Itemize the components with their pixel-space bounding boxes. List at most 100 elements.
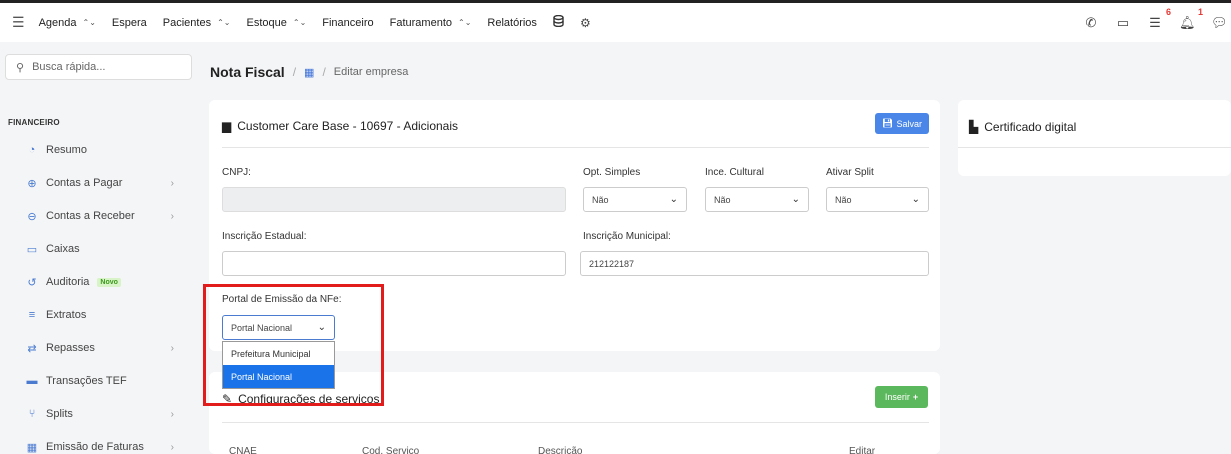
sidebar-item-label: Emissão de Faturas	[46, 441, 144, 453]
sidebar-item-auditoria[interactable]: ↺ Auditoria Novo	[26, 272, 186, 292]
sidebar-item-resumo[interactable]: ◔ Resumo	[26, 140, 186, 160]
ince-cultural-select[interactable]: Não ⌄	[705, 187, 809, 212]
chevron-right-icon: ›	[170, 441, 174, 453]
inscricao-municipal-label: Inscrição Municipal:	[583, 231, 671, 242]
ince-cultural-label: Ince. Cultural	[705, 167, 764, 178]
nav-relatorios-label: Relatórios	[487, 16, 537, 29]
sidebar-item-splits[interactable]: ⑂ Splits ›	[26, 404, 186, 424]
chevron-down-icon: ⌄	[669, 194, 678, 205]
gear-icon[interactable]: ⚙	[580, 16, 591, 30]
arrow-down-circle-icon: ⊖	[27, 210, 37, 223]
column-header-cnae: CNAE	[229, 446, 257, 454]
divider	[958, 147, 1231, 148]
chevron-right-icon: ›	[170, 342, 174, 354]
card-title: ▆ Customer Care Base - 10697 - Adicionai…	[222, 119, 458, 133]
bell-icon[interactable]: 🔔︎ 1	[1179, 7, 1203, 31]
chevron-right-icon: ›	[170, 408, 174, 420]
pie-chart-icon: ◔	[28, 144, 36, 156]
sidebar-section-title: FINANCEIRO	[8, 118, 60, 127]
inbox-icon: ▭	[26, 243, 38, 256]
transfer-icon: ⇄	[27, 342, 37, 355]
sidebar-item-repasses[interactable]: ⇄ Repasses ›	[26, 338, 186, 358]
chevron-updown-icon: ⌃⌄	[458, 18, 472, 27]
nav-relatorios[interactable]: Relatórios	[487, 17, 537, 29]
ativar-split-select[interactable]: Não ⌄	[826, 187, 929, 212]
save-button[interactable]: 💾︎ Salvar	[875, 113, 929, 134]
inscricao-municipal-field[interactable]: 212122187	[580, 251, 929, 276]
certificate-title: ▙ Certificado digital	[969, 120, 1076, 134]
sidebar-item-contas-a-pagar[interactable]: ⊕ Contas a Pagar ›	[26, 173, 186, 193]
nav-pacientes[interactable]: Pacientes ⌃⌄	[163, 17, 231, 29]
nav-financeiro[interactable]: Financeiro	[322, 17, 373, 29]
hamburger-menu-icon[interactable]: ☰	[12, 14, 25, 31]
list-icon: ≡	[28, 309, 36, 321]
nav-espera[interactable]: Espera	[112, 17, 147, 29]
save-icon: 💾︎	[882, 118, 894, 128]
tasks-badge: 6	[1165, 6, 1171, 17]
split-icon: ⑂	[28, 408, 36, 420]
chevron-updown-icon: ⌃⌄	[217, 18, 231, 27]
nav-financeiro-label: Financeiro	[322, 16, 374, 29]
inscricao-estadual-label: Inscrição Estadual:	[222, 231, 307, 242]
opt-simples-select[interactable]: Não ⌄	[583, 187, 687, 212]
cnpj-field[interactable]	[222, 187, 566, 212]
sidebar-item-label: Transações TEF	[46, 375, 127, 387]
opt-simples-label: Opt. Simples	[583, 167, 641, 178]
sidebar-item-emissao-de-faturas[interactable]: ▦ Emissão de Faturas ›	[26, 437, 186, 454]
chat-icon[interactable]: 💬︎	[1211, 15, 1228, 31]
chevron-down-icon: ⌄	[911, 194, 920, 205]
nav-faturamento[interactable]: Faturamento ⌃⌄	[390, 17, 472, 29]
sidebar-item-label: Repasses	[46, 342, 95, 354]
ativar-split-label: Ativar Split	[826, 167, 874, 178]
insert-button-label: Inserir	[884, 392, 910, 402]
sidebar: ⚲ Busca rápida... FINANCEIRO ◔ Resumo ⊕ Co…	[0, 42, 200, 454]
tasks-icon[interactable]: ☰ 6	[1147, 7, 1171, 31]
database-icon[interactable]	[553, 14, 564, 30]
chevron-updown-icon: ⌃⌄	[82, 18, 96, 27]
top-right-actions: ✆ ▭ ☰ 6 🔔︎ 1 💬︎	[1067, 3, 1231, 42]
top-navbar: ☰ Agenda ⌃⌄ Espera Pacientes ⌃⌄ Estoque ⌃⌄ …	[0, 0, 1231, 42]
sidebar-item-extratos[interactable]: ≡ Extratos	[26, 305, 186, 325]
card-icon: ▬	[26, 375, 38, 387]
ince-cultural-value: Não	[714, 194, 731, 205]
phone-icon[interactable]: ✆	[1083, 15, 1099, 31]
inscricao-estadual-field[interactable]	[222, 251, 566, 276]
nav-agenda[interactable]: Agenda ⌃⌄	[39, 17, 96, 29]
column-header-descricao: Descrição	[538, 446, 583, 454]
divider	[222, 422, 929, 423]
sidebar-item-label: Extratos	[46, 309, 87, 321]
sidebar-item-label: Resumo	[46, 144, 87, 156]
sidebar-item-contas-a-receber[interactable]: ⊖ Contas a Receber ›	[26, 206, 186, 226]
card-title-text: Customer Care Base - 10697 - Adicionais	[237, 119, 459, 133]
sidebar-item-caixas[interactable]: ▭ Caixas	[26, 239, 186, 259]
plus-icon: +	[912, 392, 919, 402]
certificate-title-text: Certificado digital	[984, 120, 1077, 134]
sidebar-item-label: Contas a Receber	[46, 210, 135, 222]
save-button-label: Salvar	[896, 118, 922, 129]
nav-espera-label: Espera	[111, 16, 147, 29]
sidebar-item-transacoes-tef[interactable]: ▬ Transações TEF	[26, 371, 186, 391]
search-input[interactable]: ⚲ Busca rápida...	[5, 54, 192, 80]
chevron-updown-icon: ⌃⌄	[292, 18, 307, 27]
chevron-right-icon: ›	[170, 210, 174, 222]
breadcrumb-separator: /	[322, 65, 326, 79]
sidebar-item-label: Auditoria	[46, 276, 90, 288]
grid-icon[interactable]: ▦	[304, 66, 314, 79]
file-icon: ▙	[969, 120, 979, 134]
insert-button[interactable]: Inserir +	[875, 386, 928, 408]
search-placeholder: Busca rápida...	[32, 61, 106, 73]
breadcrumb-current: Editar empresa	[333, 66, 409, 78]
certificate-card: ▙ Certificado digital	[958, 100, 1231, 176]
column-header-cod-servico: Cod. Serviço	[362, 446, 420, 454]
column-header-editar: Editar	[849, 446, 876, 454]
sidebar-item-label: Caixas	[46, 243, 80, 255]
chevron-down-icon: ⌄	[791, 194, 800, 205]
nav-faturamento-label: Faturamento	[389, 16, 452, 29]
notifications-badge: 1	[1197, 6, 1203, 17]
page-title: Nota Fiscal	[210, 64, 285, 80]
breadcrumb: Nota Fiscal / ▦ / Editar empresa	[210, 64, 408, 80]
sidebar-item-label: Contas a Pagar	[46, 177, 123, 189]
nav-estoque[interactable]: Estoque ⌃⌄	[246, 17, 306, 29]
inbox-icon[interactable]: ▭	[1115, 15, 1131, 31]
new-badge: Novo	[97, 277, 121, 287]
